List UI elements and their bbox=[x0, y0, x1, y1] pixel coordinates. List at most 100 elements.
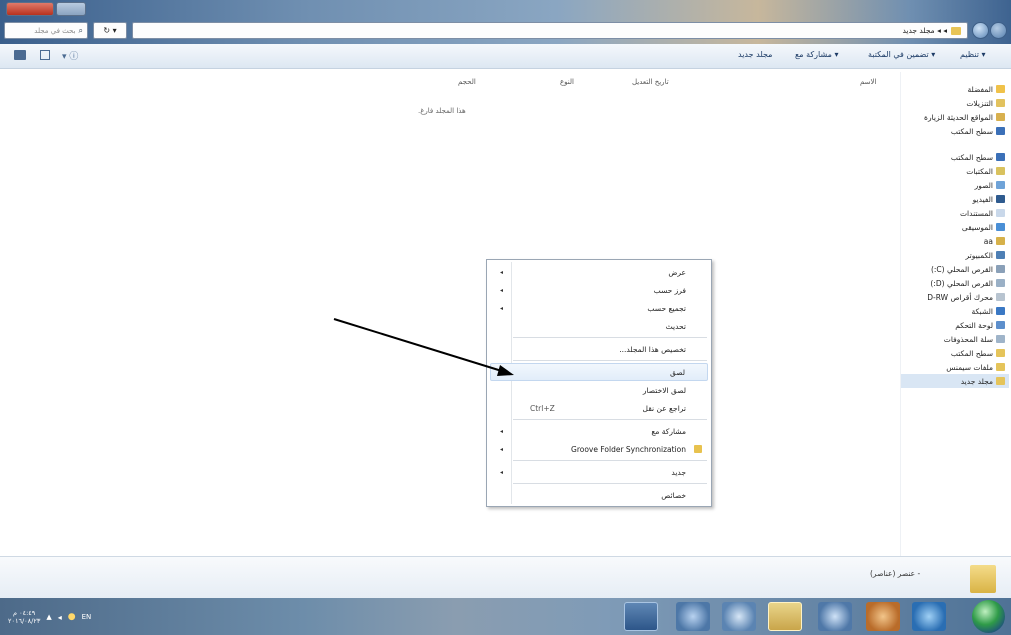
search-icon[interactable]: ⌕ bbox=[79, 26, 83, 36]
column-header-date-modified[interactable]: تاريخ التعديل bbox=[632, 78, 669, 86]
context-menu: عرض ◂ فرز حسب ◂ تجميع حسب ◂ تحديث تخصيص هذا… bbox=[486, 259, 712, 507]
tray-arrow-icon[interactable]: ▲ bbox=[46, 613, 51, 621]
menu-separator bbox=[513, 483, 707, 484]
taskbar-app-outlook[interactable] bbox=[866, 602, 900, 631]
folder-icon bbox=[996, 349, 1005, 357]
nav-item[interactable]: الكمبيوتر bbox=[966, 248, 1005, 262]
column-header-size[interactable]: الحجم bbox=[458, 78, 476, 86]
taskbar-app-ie[interactable] bbox=[912, 602, 946, 631]
submenu-arrow-icon: ◂ bbox=[500, 304, 504, 312]
recycle-bin-icon bbox=[996, 335, 1005, 343]
clock[interactable]: ٠٤:٤٩ م ٢٠١٦/٠٨/٢٣ bbox=[8, 609, 40, 625]
menu-item-paste-shortcut[interactable]: لصق الاختصار bbox=[490, 381, 708, 399]
menu-item-groove-sync[interactable]: Groove Folder Synchronization ◂ bbox=[490, 440, 708, 458]
taskbar-app-explorer[interactable] bbox=[768, 602, 802, 631]
menu-separator bbox=[513, 419, 707, 420]
menu-item-undo-move[interactable]: تراجع عن نقل Ctrl+Z bbox=[490, 399, 708, 417]
menu-item-customize-folder[interactable]: تخصيص هذا المجلد... bbox=[490, 340, 708, 358]
window-controls-secondary[interactable] bbox=[56, 2, 86, 16]
taskbar-app-network[interactable] bbox=[818, 602, 852, 631]
pictures-icon bbox=[996, 181, 1005, 189]
control-panel-icon bbox=[996, 321, 1005, 329]
network-tray-icon[interactable]: ● bbox=[68, 612, 76, 622]
start-button[interactable] bbox=[972, 600, 1005, 633]
empty-folder-text: هذا المجلد فارغ. bbox=[418, 107, 466, 115]
nav-item[interactable]: المكتبات bbox=[966, 164, 1005, 178]
new-folder-button[interactable]: مجلد جديد bbox=[738, 50, 772, 59]
command-bar: ▾ ⓘ مجلد جديد مشاركة مع ▾ تضمين في المكت… bbox=[0, 44, 1011, 69]
forward-button[interactable] bbox=[990, 22, 1007, 39]
music-icon bbox=[996, 223, 1005, 231]
nav-item[interactable]: سطح المكتب bbox=[951, 346, 1005, 360]
nav-item[interactable]: سلة المحذوفات bbox=[944, 332, 1005, 346]
include-in-library-button[interactable]: تضمين في المكتبة ▾ bbox=[868, 50, 935, 59]
drive-icon bbox=[996, 265, 1005, 273]
taskbar-app-powerpoint[interactable] bbox=[624, 602, 658, 631]
help-icon[interactable]: ▾ ⓘ bbox=[62, 49, 78, 62]
desktop-icon bbox=[996, 127, 1005, 135]
nav-item-selected[interactable]: مجلد جديد bbox=[901, 374, 1009, 388]
menu-item-paste[interactable]: لصق bbox=[490, 363, 708, 381]
nav-item[interactable]: محرك أقراص D-RW bbox=[927, 290, 1005, 304]
menu-item-view[interactable]: عرض ◂ bbox=[490, 263, 708, 281]
details-pane: - عنصر (عناصر) bbox=[0, 556, 1011, 598]
taskbar-app-paint[interactable] bbox=[676, 602, 710, 631]
submenu-arrow-icon: ◂ bbox=[500, 286, 504, 294]
menu-separator bbox=[513, 460, 707, 461]
submenu-arrow-icon: ◂ bbox=[500, 445, 504, 453]
menu-item-share-with[interactable]: مشاركة مع ◂ bbox=[490, 422, 708, 440]
column-header-name[interactable]: الاسم bbox=[860, 78, 876, 86]
groove-icon bbox=[694, 445, 702, 453]
menu-item-properties[interactable]: خصائص bbox=[490, 486, 708, 504]
drive-icon bbox=[996, 279, 1005, 287]
back-button[interactable] bbox=[972, 22, 989, 39]
taskbar: ٠٤:٤٩ م ٢٠١٦/٠٨/٢٣ ▲ ◂ ● EN bbox=[0, 598, 1011, 635]
nav-item[interactable]: القرص المحلي (C:) bbox=[931, 262, 1005, 276]
nav-item[interactable]: المفضلة bbox=[967, 82, 1005, 96]
nav-item[interactable]: لوحة التحكم bbox=[955, 318, 1005, 332]
window-controls[interactable] bbox=[6, 2, 54, 16]
menu-item-group-by[interactable]: تجميع حسب ◂ bbox=[490, 299, 708, 317]
search-box[interactable]: بحث في مجلد ⌕ bbox=[4, 22, 88, 39]
language-indicator[interactable]: EN bbox=[82, 613, 92, 621]
organize-button[interactable]: تنظيم ▾ bbox=[960, 50, 986, 59]
preview-pane-icon[interactable] bbox=[40, 50, 50, 60]
menu-item-refresh[interactable]: تحديث bbox=[490, 317, 708, 335]
column-header-type[interactable]: النوع bbox=[560, 78, 574, 86]
system-tray: ٠٤:٤٩ م ٢٠١٦/٠٨/٢٣ ▲ ◂ ● EN bbox=[8, 604, 158, 630]
user-icon bbox=[996, 237, 1005, 245]
nav-item[interactable]: المواقع الحديثة الزيارة bbox=[924, 110, 1005, 124]
recent-icon bbox=[996, 113, 1005, 121]
address-bar[interactable]: ◂ ◂ مجلد جديد bbox=[132, 22, 968, 39]
nav-item[interactable]: سطح المكتب bbox=[951, 124, 1005, 138]
network-icon bbox=[996, 307, 1005, 315]
nav-item[interactable]: سطح المكتب bbox=[951, 150, 1005, 164]
submenu-arrow-icon: ◂ bbox=[500, 427, 504, 435]
item-count-text: - عنصر (عناصر) bbox=[870, 569, 921, 578]
nav-item[interactable]: الشبكة bbox=[972, 304, 1005, 318]
address-path: ◂ ◂ مجلد جديد bbox=[902, 26, 947, 35]
nav-item[interactable]: aa bbox=[984, 234, 1005, 248]
nav-item[interactable]: ملفات سيمنس bbox=[946, 360, 1005, 374]
nav-item[interactable]: الصور bbox=[975, 178, 1005, 192]
refresh-button[interactable]: ↻ ▾ bbox=[93, 22, 127, 39]
view-options-icon[interactable] bbox=[14, 50, 26, 60]
folder-icon bbox=[996, 99, 1005, 107]
search-input[interactable]: بحث في مجلد bbox=[34, 27, 75, 35]
video-icon bbox=[996, 195, 1005, 203]
folder-icon bbox=[996, 363, 1005, 371]
nav-item[interactable]: القرص المحلي (D:) bbox=[930, 276, 1005, 290]
nav-item[interactable]: المستندات bbox=[960, 206, 1005, 220]
nav-item[interactable]: الفيديو bbox=[973, 192, 1005, 206]
menu-separator bbox=[513, 360, 707, 361]
computer-icon bbox=[996, 251, 1005, 259]
taskbar-app-notepad[interactable] bbox=[722, 602, 756, 631]
menu-item-new[interactable]: جديد ◂ bbox=[490, 463, 708, 481]
folder-icon bbox=[996, 377, 1005, 385]
large-folder-icon bbox=[970, 565, 996, 593]
share-with-button[interactable]: مشاركة مع ▾ bbox=[795, 50, 838, 59]
volume-icon[interactable]: ◂ bbox=[58, 613, 62, 622]
menu-item-sort-by[interactable]: فرز حسب ◂ bbox=[490, 281, 708, 299]
nav-item[interactable]: التنزيلات bbox=[966, 96, 1005, 110]
nav-item[interactable]: الموسيقى bbox=[962, 220, 1005, 234]
